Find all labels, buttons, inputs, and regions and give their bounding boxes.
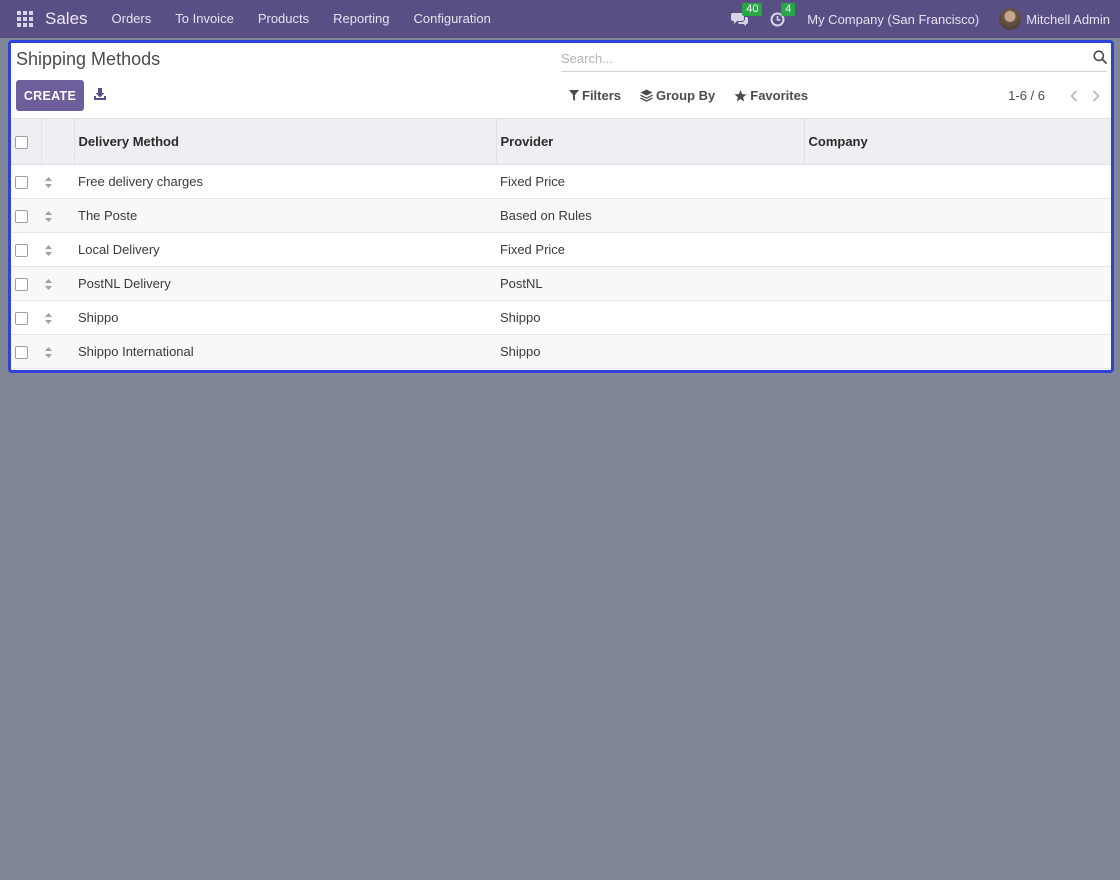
menu-products[interactable]: Products <box>246 0 321 38</box>
delivery-method-cell: Shippo <box>74 300 496 335</box>
messages-button[interactable]: 40 <box>731 2 763 27</box>
top-navbar: Sales Orders To Invoice Products Reporti… <box>0 0 1120 38</box>
pager-previous-button[interactable] <box>1067 89 1081 103</box>
table-row[interactable]: Shippo Shippo <box>11 300 1111 335</box>
row-handle-cell <box>41 164 74 199</box>
drag-handle-icon[interactable] <box>45 347 52 359</box>
shipping-methods-table: Delivery Method Provider Company Free de… <box>11 118 1111 369</box>
menu-orders[interactable]: Orders <box>100 0 164 38</box>
delivery-method-cell: PostNL Delivery <box>74 266 496 301</box>
group-by-label: Group By <box>656 88 716 103</box>
company-cell <box>804 300 1111 335</box>
apps-grid-icon[interactable] <box>17 11 33 27</box>
row-checkbox[interactable] <box>15 278 28 292</box>
drag-handle-icon[interactable] <box>45 279 52 291</box>
table-row[interactable]: PostNL Delivery PostNL <box>11 266 1111 301</box>
row-handle-cell <box>41 300 74 335</box>
company-cell <box>804 198 1111 233</box>
row-select-cell <box>11 300 41 335</box>
app-brand[interactable]: Sales <box>45 9 88 29</box>
systray: 40 4 My Company (San Francisco) Mitchell… <box>731 0 1110 38</box>
handle-column-header <box>41 118 75 165</box>
control-panel: Shipping Methods CREATE Filters <box>11 43 1111 118</box>
menu-to-invoice[interactable]: To Invoice <box>163 0 246 38</box>
column-header-company[interactable]: Company <box>804 118 1111 165</box>
table-row[interactable]: Free delivery charges Fixed Price <box>11 164 1111 199</box>
column-header-provider[interactable]: Provider <box>496 118 805 165</box>
drag-handle-icon[interactable] <box>45 177 52 189</box>
pager-next-button[interactable] <box>1089 89 1103 103</box>
row-handle-cell <box>41 232 74 267</box>
row-handle-cell <box>41 198 74 233</box>
star-icon <box>734 89 747 101</box>
row-select-cell <box>11 266 41 301</box>
menu-configuration[interactable]: Configuration <box>402 0 503 38</box>
select-all-checkbox[interactable] <box>15 136 28 150</box>
provider-cell: Fixed Price <box>496 164 804 199</box>
activities-count-badge: 4 <box>781 2 796 16</box>
favorites-label: Favorites <box>750 88 809 103</box>
delivery-method-cell: The Poste <box>74 198 496 233</box>
company-switcher[interactable]: My Company (San Francisco) <box>807 12 979 27</box>
page-title: Shipping Methods <box>16 49 161 69</box>
pager: 1-6 / 6 <box>1008 88 1103 103</box>
group-by-dropdown[interactable]: Group By <box>640 88 715 103</box>
provider-cell: Based on Rules <box>496 198 804 233</box>
row-select-cell <box>11 198 41 233</box>
table-row[interactable]: Local Delivery Fixed Price <box>11 232 1111 267</box>
row-handle-cell <box>41 266 74 301</box>
chevron-right-icon <box>1092 89 1100 102</box>
filters-dropdown[interactable]: Filters <box>569 88 621 103</box>
search-bar <box>561 45 1107 72</box>
delivery-method-cell: Local Delivery <box>74 232 496 267</box>
download-icon <box>94 88 106 100</box>
avatar <box>999 8 1022 30</box>
row-checkbox[interactable] <box>15 244 28 258</box>
table-row[interactable]: The Poste Based on Rules <box>11 198 1111 233</box>
row-select-cell <box>11 164 41 199</box>
provider-cell: Shippo <box>496 300 804 335</box>
row-checkbox[interactable] <box>15 346 28 360</box>
row-select-cell <box>11 232 41 267</box>
list-view-panel: Shipping Methods CREATE Filters <box>8 40 1114 373</box>
filter-icon <box>569 90 579 101</box>
row-checkbox[interactable] <box>15 176 28 190</box>
chevron-left-icon <box>1070 89 1078 102</box>
search-options: Filters Group By Favorites <box>569 88 827 103</box>
messages-count-badge: 40 <box>742 2 763 16</box>
select-all-cell <box>11 118 42 165</box>
row-select-cell <box>11 334 41 369</box>
company-cell <box>804 266 1111 301</box>
delivery-method-cell: Shippo International <box>74 334 496 369</box>
menu-reporting[interactable]: Reporting <box>321 0 401 38</box>
provider-cell: Fixed Price <box>496 232 804 267</box>
row-handle-cell <box>41 334 74 369</box>
favorites-dropdown[interactable]: Favorites <box>734 88 808 103</box>
company-cell <box>804 164 1111 199</box>
user-name: Mitchell Admin <box>1026 11 1110 27</box>
provider-cell: PostNL <box>496 266 804 301</box>
export-button[interactable] <box>94 88 106 103</box>
activities-button[interactable]: 4 <box>770 2 796 27</box>
row-checkbox[interactable] <box>15 210 28 224</box>
table-row[interactable]: Shippo International Shippo <box>11 334 1111 369</box>
layers-icon <box>640 89 653 102</box>
row-checkbox[interactable] <box>15 312 28 326</box>
user-menu[interactable]: Mitchell Admin <box>999 8 1110 30</box>
company-cell <box>804 334 1111 369</box>
provider-cell: Shippo <box>496 334 804 369</box>
drag-handle-icon[interactable] <box>45 245 52 257</box>
create-button[interactable]: CREATE <box>16 80 84 111</box>
drag-handle-icon[interactable] <box>45 211 52 223</box>
search-input[interactable] <box>561 45 1081 71</box>
filters-label: Filters <box>582 88 622 103</box>
company-cell <box>804 232 1111 267</box>
table-header-row: Delivery Method Provider Company <box>11 118 1111 165</box>
delivery-method-cell: Free delivery charges <box>74 164 496 199</box>
column-header-delivery-method[interactable]: Delivery Method <box>74 118 497 165</box>
pager-value[interactable]: 1-6 / 6 <box>1008 88 1045 103</box>
drag-handle-icon[interactable] <box>45 313 52 325</box>
search-icon[interactable] <box>1093 50 1107 64</box>
